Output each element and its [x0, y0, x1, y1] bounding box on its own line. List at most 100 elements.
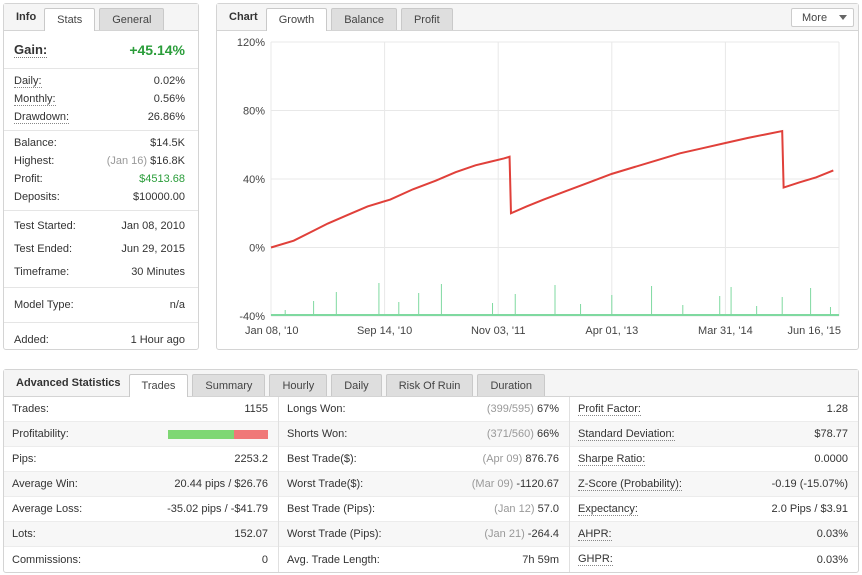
- tab-hourly[interactable]: Hourly: [269, 374, 328, 396]
- info-tabbar: Info Stats General: [4, 4, 198, 31]
- tab-growth[interactable]: Growth: [265, 8, 328, 31]
- ghpr-value: 0.03%: [816, 553, 848, 566]
- shorts-won-value: 66%: [536, 428, 559, 440]
- x-tick-label: Jan 08, '10: [245, 325, 298, 337]
- tab-summary[interactable]: Summary: [192, 374, 266, 396]
- x-tick-label: Jun 16, '15: [788, 325, 841, 337]
- stat-row: Worst Trade($): (Mar 09) -1120.67: [279, 472, 569, 497]
- x-tick-label: Nov 03, '11: [471, 325, 525, 337]
- more-dropdown[interactable]: More: [791, 8, 854, 27]
- y-tick-label: -40%: [239, 311, 265, 323]
- standard-deviation-value: $78.77: [814, 428, 848, 440]
- stats-grid: Trades: 1155 Profitability: Pips: 2253.2 A…: [4, 397, 858, 572]
- chart-grid: [270, 41, 840, 317]
- best-trade-dollar-value: 876.76: [525, 453, 559, 465]
- expectancy-label[interactable]: Expectancy:: [578, 503, 638, 516]
- z-score-label[interactable]: Z-Score (Probability):: [578, 478, 682, 491]
- stat-row: Commissions: 0: [4, 547, 278, 572]
- trades-value: 1155: [244, 403, 268, 415]
- highest-value: $16.8K: [150, 155, 185, 167]
- info-group-model: Model Type: n/a: [4, 288, 198, 323]
- daily-label[interactable]: Daily:: [14, 75, 42, 88]
- stat-row: Expectancy: 2.0 Pips / $3.91: [570, 497, 858, 522]
- x-tick-label: Sep 14, '10: [357, 325, 412, 337]
- pips-label: Pips:: [12, 453, 37, 465]
- tab-balance[interactable]: Balance: [331, 8, 397, 30]
- chart-tabbar: Chart Growth Balance Profit More: [217, 4, 858, 31]
- sharpe-ratio-label[interactable]: Sharpe Ratio:: [578, 453, 646, 466]
- daily-value: 0.02%: [153, 75, 185, 87]
- gain-value: +45.14%: [129, 41, 185, 58]
- tab-risk-of-ruin[interactable]: Risk Of Ruin: [385, 374, 474, 396]
- z-score-value: -0.19 (-15.07%): [771, 478, 848, 490]
- info-panel: Info Stats General Gain: +45.14% Daily: 0…: [3, 3, 199, 350]
- deposits-value: $10000.00: [133, 191, 185, 203]
- tab-trades[interactable]: Trades: [128, 374, 189, 397]
- deposits-label: Deposits:: [14, 191, 60, 203]
- test-started-label: Test Started:: [14, 219, 76, 232]
- advanced-statistics-panel: Advanced Statistics Trades Summary Hourl…: [3, 369, 859, 573]
- test-ended-label: Test Ended:: [14, 242, 73, 255]
- stat-row: Best Trade($): (Apr 09) 876.76: [279, 447, 569, 472]
- profitability-bar[interactable]: [168, 429, 268, 439]
- tab-stats[interactable]: Stats: [44, 8, 96, 31]
- drawdown-label[interactable]: Drawdown:: [14, 111, 70, 124]
- best-trade-dollar-label: Best Trade($):: [287, 453, 357, 465]
- info-group-rates: Daily: 0.02% Monthly: 0.56% Drawdown: 26.86…: [4, 69, 198, 131]
- tab-general[interactable]: General: [99, 8, 165, 30]
- longs-won-value: 67%: [536, 403, 559, 415]
- y-tick-label: 0%: [249, 243, 265, 255]
- ghpr-label[interactable]: GHPR:: [578, 553, 613, 566]
- stat-row: Longs Won: (399/595) 67%: [279, 397, 569, 422]
- ahpr-label[interactable]: AHPR:: [578, 528, 612, 541]
- model-type-label: Model Type:: [14, 299, 74, 311]
- drawdown-value: 26.86%: [147, 111, 185, 123]
- stat-row: Trades: 1155: [4, 397, 278, 422]
- info-group-test: Test Started: Jan 08, 2010 Test Ended: Jun…: [4, 211, 198, 288]
- tab-duration[interactable]: Duration: [477, 374, 546, 396]
- avg-trade-length-value: 7h 59m: [522, 553, 559, 566]
- average-win-value: 20.44 pips / $26.76: [174, 478, 268, 490]
- longs-won-note: (399/595): [486, 403, 534, 415]
- gain-label[interactable]: Gain:: [14, 42, 48, 58]
- test-started-value: Jan 08, 2010: [121, 219, 185, 232]
- info-group-balance: Balance: $14.5K Highest: (Jan 16) $16.8K P…: [4, 131, 198, 211]
- stat-row: Pips: 2253.2: [4, 447, 278, 472]
- worst-trade-dollar-value: -1120.67: [516, 478, 559, 490]
- best-trade-pips-value: 57.0: [537, 503, 559, 515]
- tab-profit[interactable]: Profit: [400, 8, 453, 30]
- advanced-tabbar: Advanced Statistics Trades Summary Hourl…: [4, 370, 858, 397]
- average-loss-label: Average Loss:: [12, 503, 83, 515]
- x-tick-label: Apr 01, '13: [585, 325, 638, 337]
- growth-chart[interactable]: 120% 80% 40% 0% -40% Jan 08, '10 Sep 14, '10 N…: [217, 32, 858, 348]
- highest-date: (Jan 16): [106, 155, 148, 167]
- worst-trade-pips-value: -264.4: [527, 528, 559, 540]
- average-win-label: Average Win:: [12, 478, 78, 490]
- profit-value: $4513.68: [139, 173, 185, 185]
- chevron-down-icon: [839, 15, 847, 20]
- test-ended-value: Jun 29, 2015: [121, 242, 185, 255]
- stat-row: Worst Trade (Pips): (Jan 21) -264.4: [279, 522, 569, 547]
- growth-series-line: [270, 129, 834, 249]
- stat-row: Shorts Won: (371/560) 66%: [279, 422, 569, 447]
- balance-value: $14.5K: [150, 137, 185, 149]
- stat-row: Average Loss: -35.02 pips / -$41.79: [4, 497, 278, 522]
- tab-daily[interactable]: Daily: [331, 374, 382, 396]
- info-title: Info: [16, 11, 37, 23]
- stat-row: Standard Deviation: $78.77: [570, 422, 858, 447]
- profitability-loss-segment: [234, 429, 268, 439]
- gain-row: Gain: +45.14%: [4, 31, 198, 69]
- timeframe-value: 30 Minutes: [131, 265, 185, 278]
- best-trade-pips-date: (Jan 12): [494, 503, 535, 515]
- profit-factor-label[interactable]: Profit Factor:: [578, 403, 641, 416]
- added-value: 1 Hour ago: [130, 334, 185, 346]
- worst-trade-pips-label: Worst Trade (Pips):: [287, 528, 382, 540]
- highest-label: Highest:: [14, 155, 55, 167]
- chart-title: Chart: [229, 11, 258, 23]
- stat-row: Profitability:: [4, 422, 278, 447]
- trades-label: Trades:: [12, 403, 49, 415]
- standard-deviation-label[interactable]: Standard Deviation:: [578, 428, 675, 441]
- model-type-value: n/a: [169, 299, 185, 311]
- monthly-label[interactable]: Monthly:: [14, 93, 56, 106]
- commissions-label: Commissions:: [12, 553, 82, 566]
